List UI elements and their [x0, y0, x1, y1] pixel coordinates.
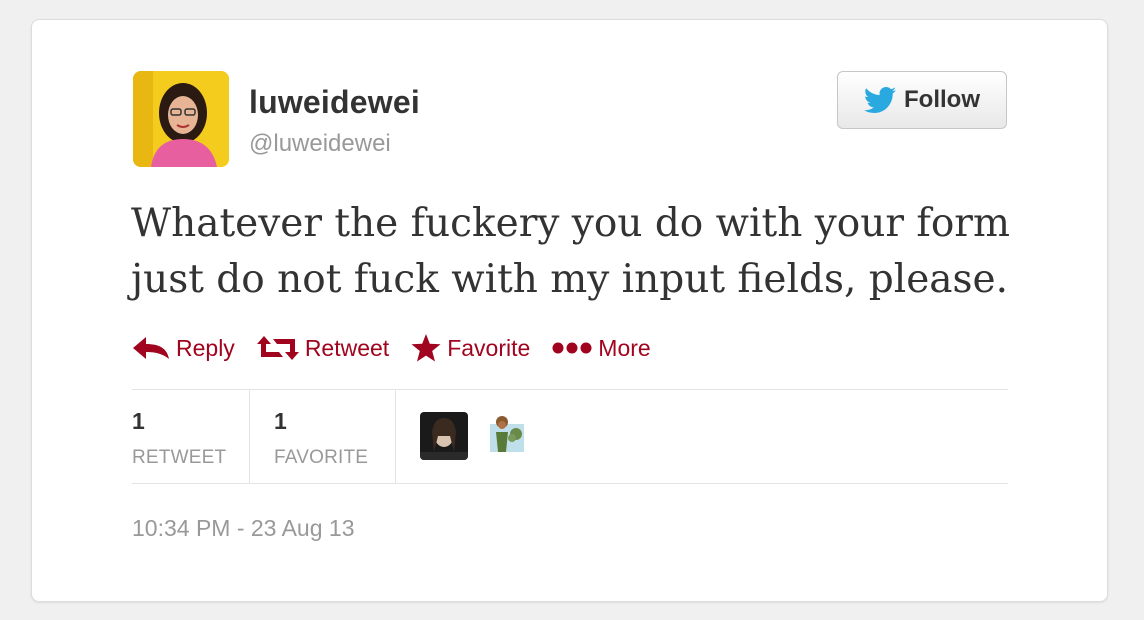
follow-button[interactable]: Follow [837, 71, 1007, 129]
favoriters-list [396, 390, 530, 484]
divider-bottom [132, 483, 1008, 484]
favorite-label: Favorite [447, 334, 531, 361]
display-name[interactable]: luweidewei [249, 84, 420, 121]
favorite-stat[interactable]: 1 FAVORITE [250, 390, 396, 484]
favoriter-image-2 [482, 412, 530, 460]
reply-button[interactable]: Reply [132, 335, 235, 362]
reply-label: Reply [176, 334, 235, 361]
tweet-card: luweidewei @luweidewei Follow Whatever t… [31, 19, 1108, 602]
twitter-bird-icon [864, 87, 896, 113]
retweet-label: Retweet [304, 334, 390, 361]
retweet-icon [256, 336, 299, 360]
tweet-actions: Reply Retweet Favorite More [132, 334, 651, 362]
favorite-count: 1 [274, 408, 287, 434]
tweet-stats: 1 RETWEET 1 FAVORITE [132, 390, 530, 484]
retweet-stat-label: RETWEET [132, 447, 227, 468]
avatar-image [133, 71, 229, 167]
more-button[interactable]: More [552, 334, 651, 362]
follow-label: Follow [904, 86, 980, 113]
retweet-button[interactable]: Retweet [256, 334, 390, 362]
favorite-button[interactable]: Favorite [411, 334, 530, 362]
favoriter-avatar-1[interactable] [420, 412, 468, 460]
more-label: More [598, 334, 651, 361]
user-handle[interactable]: @luweidewei [249, 130, 391, 158]
favoriter-image-1 [420, 412, 468, 460]
retweet-stat[interactable]: 1 RETWEET [132, 390, 250, 484]
favorite-stat-label: FAVORITE [274, 447, 369, 468]
star-icon [411, 334, 441, 362]
more-dots-icon [552, 342, 592, 354]
reply-icon [133, 337, 169, 359]
retweet-count: 1 [132, 408, 145, 434]
user-avatar[interactable] [133, 71, 229, 167]
tweet-timestamp[interactable]: 10:34 PM - 23 Aug 13 [132, 515, 355, 542]
favoriter-avatar-2[interactable] [482, 412, 530, 460]
tweet-text: Whatever the fuckery you do with your fo… [131, 201, 1010, 302]
